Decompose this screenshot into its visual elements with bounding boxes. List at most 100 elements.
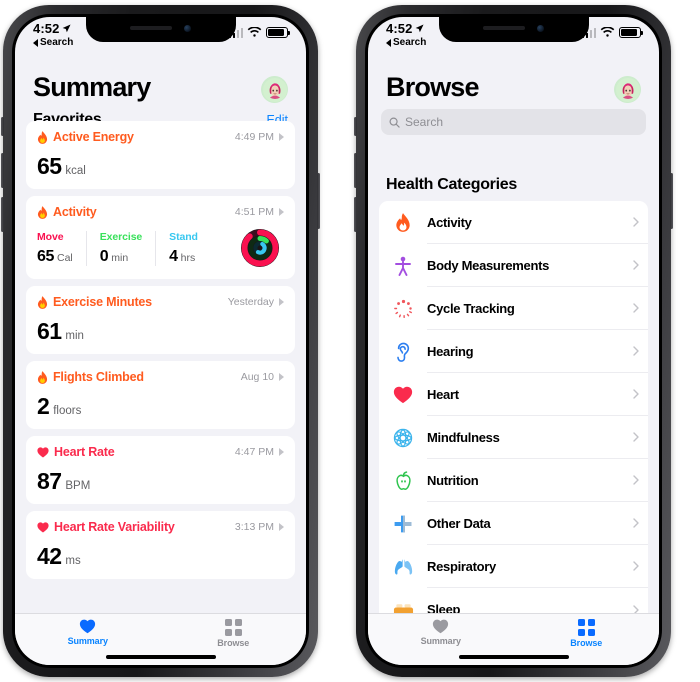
tab-browse[interactable]: Browse: [514, 619, 660, 648]
card-value: 61: [37, 318, 62, 344]
card-title: Exercise Minutes: [53, 295, 152, 309]
grid-icon: [225, 619, 242, 636]
volume-down-button[interactable]: [354, 197, 357, 232]
card-exercise-minutes[interactable]: Exercise Minutes Yesterday 61 min: [26, 286, 295, 354]
device-bezel: 4:52 Search: [365, 14, 662, 668]
card-activity[interactable]: Activity 4:51 PM Move 65 Cal Exercise 0 …: [26, 196, 295, 279]
card-value: 2: [37, 393, 50, 419]
card-meta: 4:49 PM: [235, 131, 284, 143]
card-timestamp: Aug 10: [240, 371, 274, 383]
summary-scroll-area[interactable]: Active Energy 4:49 PM 65 kcal Activity 4…: [15, 121, 306, 613]
card-heart-rate-variability[interactable]: Heart Rate Variability 3:13 PM 42 ms: [26, 511, 295, 579]
category-row-body-measurements[interactable]: Body Measurements: [379, 244, 648, 287]
card-value: 65: [37, 153, 62, 179]
tab-summary[interactable]: Summary: [368, 619, 514, 646]
chevron-right-icon: [279, 208, 284, 216]
cross-icon: [390, 511, 416, 537]
activity-metric-stand: Stand 4 hrs: [155, 230, 211, 266]
metric-value-group: 65 Cal: [37, 248, 73, 266]
card-unit: floors: [53, 405, 82, 417]
status-time-wrap: 4:52: [33, 21, 71, 36]
home-indicator[interactable]: [105, 655, 216, 659]
card-value: 42: [37, 543, 62, 569]
device-bezel: 4:52 Search: [12, 14, 309, 668]
card-unit: ms: [65, 555, 81, 567]
home-indicator[interactable]: [458, 655, 569, 659]
tab-label: Browse: [217, 637, 250, 648]
back-label: Search: [393, 37, 427, 48]
card-heart-rate[interactable]: Heart Rate 4:47 PM 87 BPM: [26, 436, 295, 504]
mandala-icon: [390, 425, 416, 451]
chevron-right-icon: [279, 373, 284, 381]
status-bar: 4:52 Search: [15, 17, 306, 59]
chevron-right-icon: [624, 459, 648, 502]
card-value: 87: [37, 468, 62, 494]
power-button[interactable]: [670, 173, 673, 229]
category-row-hearing[interactable]: Hearing: [379, 330, 648, 373]
category-row-activity[interactable]: Activity: [379, 201, 648, 244]
chevron-right-icon: [624, 373, 648, 416]
card-title: Activity: [53, 205, 97, 219]
card-meta: Yesterday: [228, 296, 284, 308]
heart-icon: [80, 619, 96, 634]
chevron-right-icon: [624, 588, 648, 613]
chevron-right-icon: [624, 201, 648, 244]
search-icon: [389, 117, 400, 128]
ear-icon: [390, 339, 416, 365]
category-row-respiratory[interactable]: Respiratory: [379, 545, 648, 588]
heart-icon: [433, 619, 449, 634]
chevron-right-icon: [279, 448, 284, 456]
card-active-energy[interactable]: Active Energy 4:49 PM 65 kcal: [26, 121, 295, 189]
metric-value: 0: [99, 247, 109, 265]
chevron-right-icon: [279, 133, 284, 141]
metric-value: 4: [169, 247, 178, 265]
category-row-sleep[interactable]: Sleep: [379, 588, 648, 613]
card-value-group: 61 min: [37, 320, 284, 343]
card-value-group: 2 floors: [37, 395, 284, 418]
card-value-group: 42 ms: [37, 545, 284, 568]
flame-icon: [37, 130, 48, 144]
screen-browse: 4:52 Search Browse Search Health Categor…: [368, 17, 659, 665]
volume-up-button[interactable]: [1, 153, 4, 188]
health-categories-list: Activity Body Measurements Cycle Trackin…: [379, 201, 648, 613]
avatar[interactable]: [614, 76, 641, 103]
back-to-search-button[interactable]: Search: [33, 37, 73, 48]
flame-icon: [390, 210, 416, 236]
silent-switch[interactable]: [1, 117, 4, 136]
search-input[interactable]: Search: [381, 109, 646, 135]
category-row-cycle-tracking[interactable]: Cycle Tracking: [379, 287, 648, 330]
volume-down-button[interactable]: [1, 197, 4, 232]
card-flights-climbed[interactable]: Flights Climbed Aug 10 2 floors: [26, 361, 295, 429]
card-value-group: 65 kcal: [37, 155, 284, 178]
category-label: Heart: [427, 373, 624, 416]
card-header: Active Energy 4:49 PM: [37, 130, 284, 144]
silent-switch[interactable]: [354, 117, 357, 136]
category-label: Activity: [427, 201, 624, 244]
favorites-card-list: Active Energy 4:49 PM 65 kcal Activity 4…: [15, 121, 306, 579]
volume-up-button[interactable]: [354, 153, 357, 188]
card-meta: 4:47 PM: [235, 446, 284, 458]
avatar[interactable]: [261, 76, 288, 103]
iphone-device-browse: 4:52 Search Browse Search Health Categor…: [354, 5, 673, 677]
body-icon: [390, 253, 416, 279]
back-to-search-button[interactable]: Search: [386, 37, 426, 48]
tab-browse[interactable]: Browse: [161, 619, 307, 648]
tab-summary[interactable]: Summary: [15, 619, 161, 646]
power-button[interactable]: [317, 173, 320, 229]
lungs-icon: [390, 554, 416, 580]
category-row-other-data[interactable]: Other Data: [379, 502, 648, 545]
card-meta: 3:13 PM: [235, 521, 284, 533]
page-title: Summary: [33, 72, 151, 102]
back-caret-icon: [33, 38, 38, 47]
heart-icon: [37, 521, 49, 532]
metric-value: 65: [37, 247, 54, 265]
category-row-mindfulness[interactable]: Mindfulness: [379, 416, 648, 459]
category-label: Hearing: [427, 330, 624, 373]
category-label: Cycle Tracking: [427, 287, 624, 330]
bed-icon: [390, 597, 416, 613]
card-header: Heart Rate 4:47 PM: [37, 445, 284, 459]
category-row-heart[interactable]: Heart: [379, 373, 648, 416]
category-row-nutrition[interactable]: Nutrition: [379, 459, 648, 502]
apple-icon: [390, 468, 416, 494]
browse-scroll-area[interactable]: Health Categories Activity Body Measurem…: [368, 163, 659, 613]
